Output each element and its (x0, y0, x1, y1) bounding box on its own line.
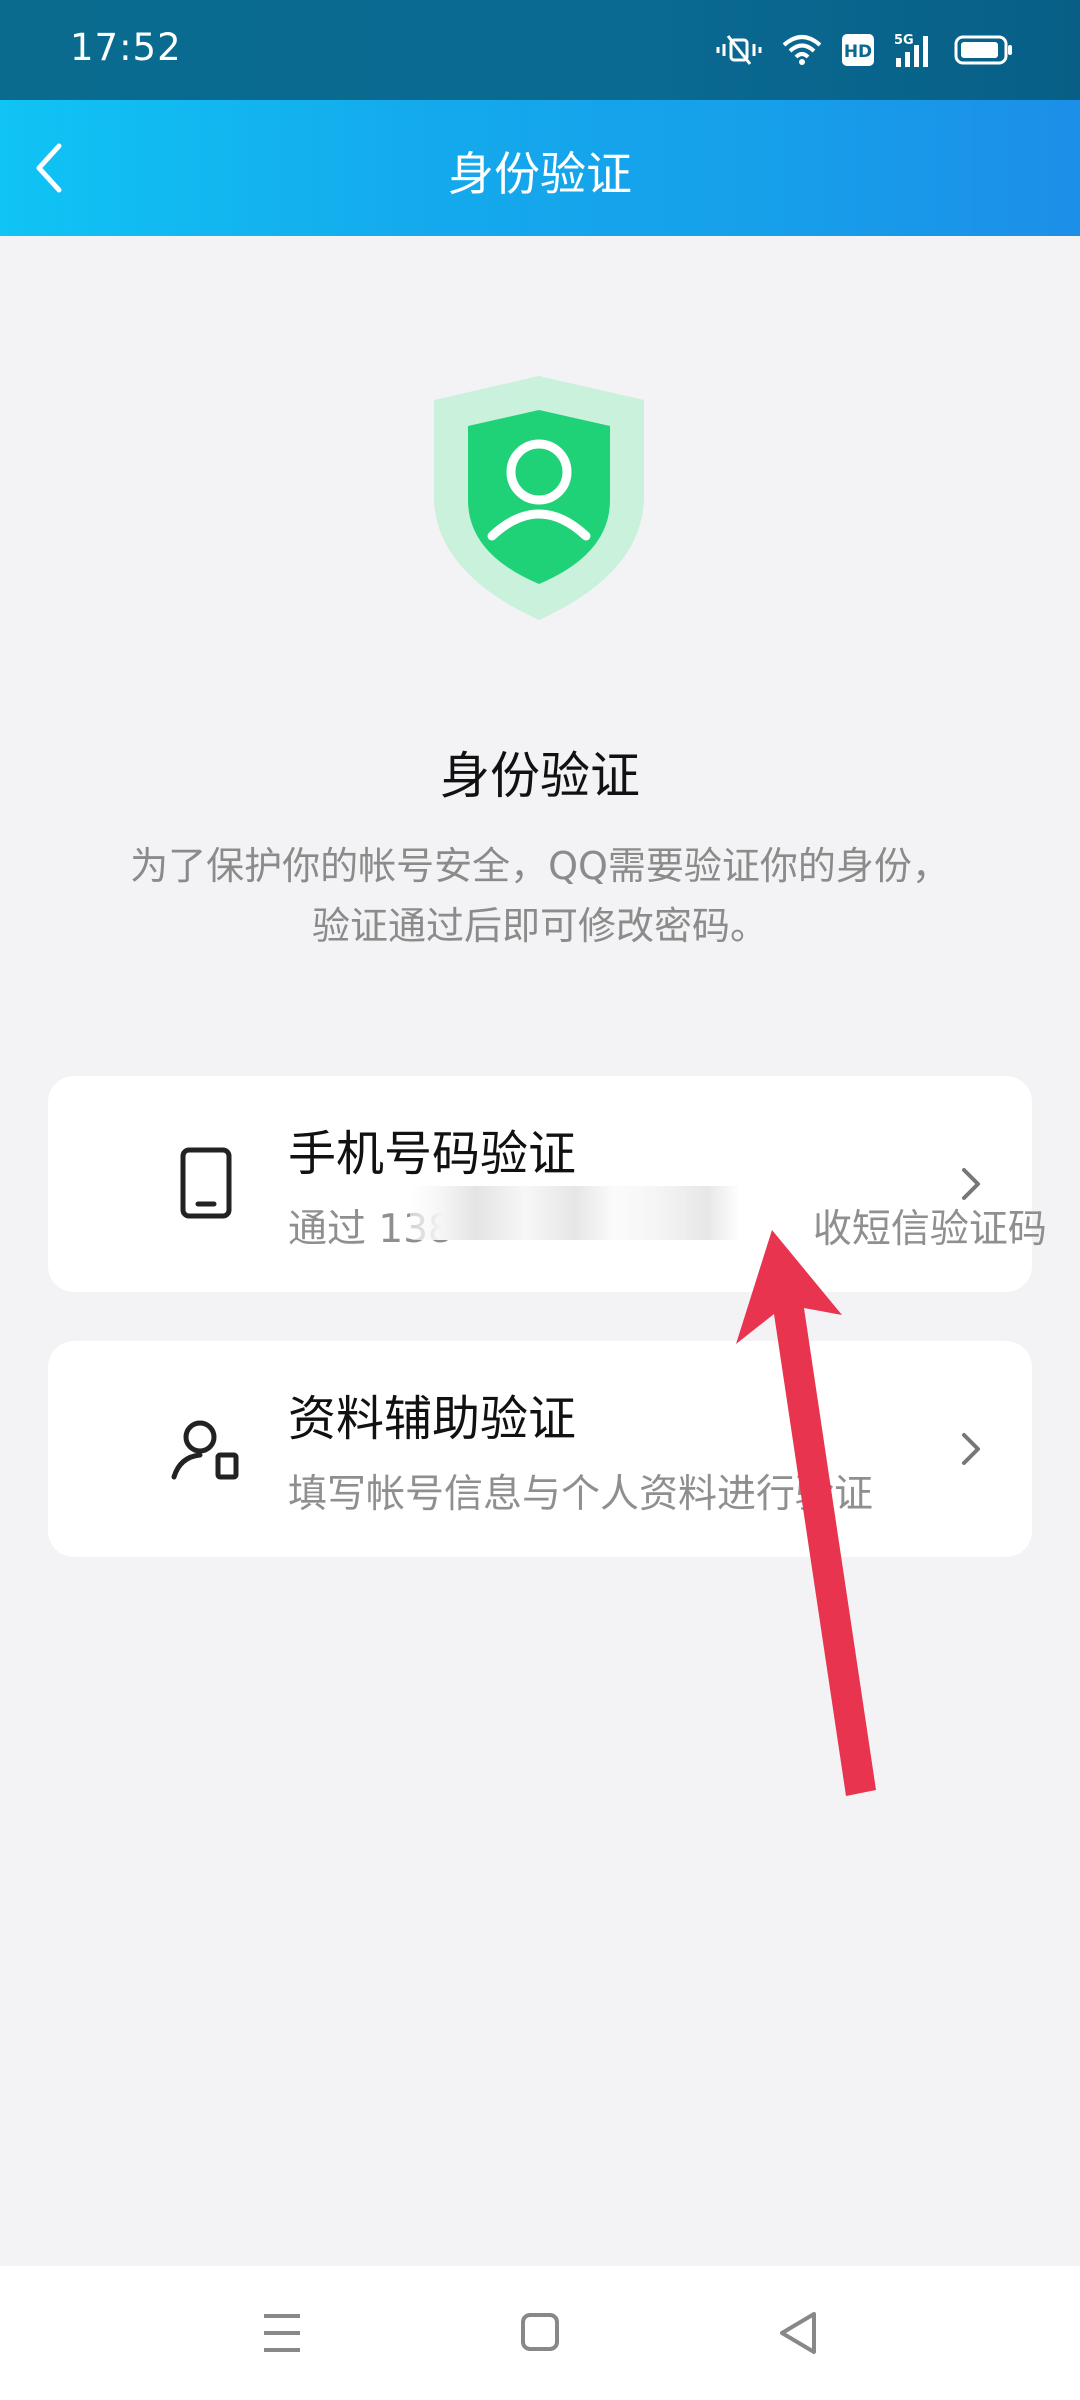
battery-icon (954, 34, 1014, 66)
svg-text:5G: 5G (894, 33, 914, 48)
chevron-right-icon (956, 1162, 986, 1206)
mute-vibrate-icon (716, 32, 762, 68)
chevron-right-icon (956, 1427, 986, 1471)
option-title: 手机号码验证 (288, 1126, 577, 1182)
phone-icon (166, 1144, 246, 1224)
verification-description: 为了保护你的帐号安全，QQ需要验证你的身份，验证通过后即可修改密码。 (130, 844, 950, 948)
system-nav-bar (0, 2266, 1080, 2400)
hd-icon: HD (842, 34, 874, 66)
redacted-phone-number (410, 1186, 740, 1240)
page-title: 身份验证 (448, 147, 632, 201)
status-time: 17:52 (70, 26, 182, 69)
title-bar: 身份验证 (0, 100, 1080, 236)
phone-verification-option[interactable]: 手机号码验证 通过 138 收短信验证码 (48, 1076, 1047, 1292)
verification-title: 身份验证 (440, 747, 640, 805)
option-subtitle: 填写帐号信息与个人资料进行验证 (288, 1472, 874, 1517)
user-card-icon (166, 1409, 246, 1489)
shield-user-icon (434, 376, 644, 620)
status-icons: HD 5G (716, 30, 1014, 70)
svg-text:HD: HD (844, 42, 872, 62)
profile-verification-option[interactable]: 资料辅助验证 填写帐号信息与个人资料进行验证 (48, 1341, 1032, 1557)
status-bar: 17:52 HD 5G (0, 0, 1080, 100)
back-triangle-icon[interactable] (770, 2306, 830, 2360)
subtitle-suffix: 收短信验证码 (812, 1207, 1047, 1252)
menu-icon[interactable] (252, 2306, 312, 2360)
wifi-icon (782, 33, 822, 67)
home-icon[interactable] (510, 2306, 570, 2360)
5g-signal-icon: 5G (894, 32, 934, 68)
option-title: 资料辅助验证 (288, 1391, 577, 1447)
